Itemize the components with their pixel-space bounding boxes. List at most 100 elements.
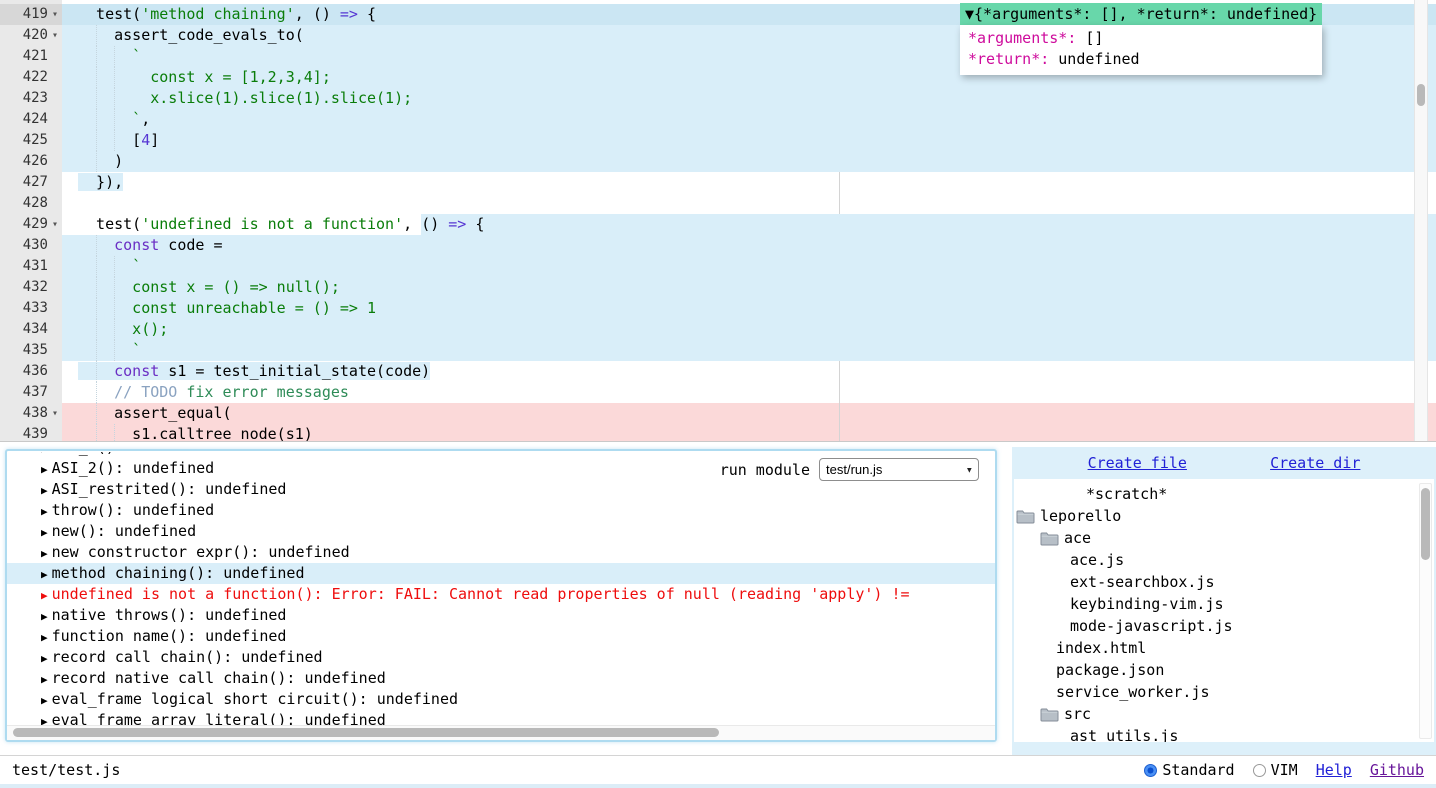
console-entry[interactable]: ▶native throws(): undefined	[7, 605, 995, 626]
code-line-content[interactable]: `,	[62, 109, 1436, 130]
expand-arrow-icon[interactable]: ▶	[41, 526, 48, 539]
radio-checked-icon[interactable]	[1144, 764, 1157, 777]
console-entry[interactable]: ▶ eval_frame array_literal(): undefined	[7, 710, 995, 725]
console-entry[interactable]: ▶throw(): undefined	[7, 500, 995, 521]
create-dir-link[interactable]: Create dir	[1270, 454, 1360, 472]
expand-arrow-icon[interactable]: ▶	[41, 484, 48, 497]
code-token-group: test('undefined is not a function',	[78, 214, 421, 235]
console-entry[interactable]: ▶function name(): undefined	[7, 626, 995, 647]
expand-arrow-icon[interactable]: ▶	[41, 652, 48, 665]
file-tree-item[interactable]: service_worker.js	[1014, 681, 1434, 703]
file-tree-item[interactable]: ace.js	[1014, 549, 1434, 571]
file-tree-item[interactable]: src	[1014, 703, 1434, 725]
code-line-content[interactable]: test('undefined is not a function', () =…	[62, 214, 1436, 235]
file-tree-scrollbar-thumb[interactable]	[1421, 488, 1430, 560]
code-line: 426 )	[0, 151, 1436, 172]
console-entry[interactable]: ▶undefined is not a function(): Error: F…	[7, 584, 995, 605]
code-line-content[interactable]: const s1 = test_initial_state(code)	[62, 361, 1436, 382]
expand-arrow-icon[interactable]: ▶	[41, 505, 48, 518]
line-number: 426	[0, 151, 48, 172]
file-tree-item[interactable]: *scratch*	[1014, 483, 1434, 505]
code-line-content[interactable]: const x = () => null();	[62, 277, 1436, 298]
keybinding-standard-option[interactable]: Standard	[1144, 761, 1234, 779]
code-line-content[interactable]: [4]	[62, 130, 1436, 151]
console-entry[interactable]: ▶method chaining(): undefined	[7, 563, 995, 584]
file-tree-item[interactable]: ext-searchbox.js	[1014, 571, 1434, 593]
editor-scrollbar	[1414, 0, 1428, 441]
code-line-content[interactable]: `	[62, 340, 1436, 361]
expand-arrow-icon[interactable]: ▶	[41, 452, 48, 455]
expand-arrow-icon[interactable]: ▶	[41, 463, 48, 476]
code-line-content[interactable]: s1.calltree_node(s1)	[62, 424, 1436, 442]
code-line-content[interactable]: // TODO fix error messages	[62, 382, 1436, 403]
tooltip-header[interactable]: ▼{*arguments*: [], *return*: undefined}	[960, 3, 1322, 25]
code-line-content[interactable]: const unreachable = () => 1	[62, 298, 1436, 319]
indent-guide	[96, 46, 97, 67]
file-tree-item[interactable]: ast_utils.js	[1014, 725, 1434, 742]
file-tree-item[interactable]: keybinding-vim.js	[1014, 593, 1434, 615]
fold-arrow-icon[interactable]: ▾	[48, 4, 62, 25]
expand-arrow-icon[interactable]: ▶	[41, 547, 48, 560]
code-line-content[interactable]: x();	[62, 319, 1436, 340]
code-line-content[interactable]: `	[62, 256, 1436, 277]
radio-unchecked-icon[interactable]	[1253, 764, 1266, 777]
github-link[interactable]: Github	[1370, 761, 1424, 779]
console-entry[interactable]: ▶ASI_restrited(): undefined	[7, 479, 995, 500]
code-token: const	[114, 362, 159, 380]
code-line-content[interactable]: const code =	[62, 235, 1436, 256]
tooltip-row[interactable]: *arguments*:[]	[968, 28, 1314, 49]
file-tree-item-label: ace.js	[1070, 549, 1124, 571]
line-number: 434	[0, 319, 48, 340]
console-entry[interactable]: ▶record native call chain(): undefined	[7, 668, 995, 689]
file-tree-item[interactable]: index.html	[1014, 637, 1434, 659]
tooltip-row[interactable]: *return*:undefined	[968, 49, 1314, 70]
file-tree-item[interactable]: package.json	[1014, 659, 1434, 681]
fold-arrow-icon[interactable]: ▾	[48, 25, 62, 46]
console-entry[interactable]: ▶record call chain(): undefined	[7, 647, 995, 668]
code-token: [	[78, 131, 141, 149]
file-tree-item[interactable]: leporello	[1014, 505, 1434, 527]
expand-arrow-icon[interactable]: ▶	[41, 610, 48, 623]
indent-guide	[114, 298, 115, 319]
selection-highlight: const s1 = test_initial_state(code)	[78, 362, 430, 380]
code-line-content[interactable]: }),	[62, 172, 1436, 193]
code-line-content[interactable]: )	[62, 151, 1436, 172]
expand-arrow-icon[interactable]: ▶	[41, 673, 48, 686]
code-line-content[interactable]: assert_equal(	[62, 403, 1436, 424]
help-link[interactable]: Help	[1316, 761, 1352, 779]
code-line: 438▾ assert_equal(	[0, 403, 1436, 424]
line-number-cell: 422	[0, 67, 62, 88]
expand-arrow-icon[interactable]: ▶	[41, 568, 48, 581]
expand-arrow-icon[interactable]: ▶	[41, 631, 48, 644]
console-entry[interactable]: ▶eval_frame logical short circuit(): und…	[7, 689, 995, 710]
code-line: 430 const code =	[0, 235, 1436, 256]
code-token: ]	[150, 131, 159, 149]
expand-arrow-icon[interactable]: ▶	[41, 589, 48, 602]
create-file-link[interactable]: Create file	[1088, 454, 1187, 472]
code-line-content[interactable]	[62, 193, 1436, 214]
console-entry[interactable]: ▶new constructor expr(): undefined	[7, 542, 995, 563]
expand-arrow-icon[interactable]: ▶	[41, 715, 48, 725]
tooltip-key: *return*:	[968, 50, 1049, 68]
console-entry[interactable]: ▶new(): undefined	[7, 521, 995, 542]
console-entries: ▶ASI_1(): undefined▶ASI_2(): undefined▶A…	[7, 452, 995, 725]
console-entry-text: ASI_1(): undefined	[52, 452, 215, 456]
file-tree-item[interactable]: ace	[1014, 527, 1434, 549]
editor-scrollbar-thumb[interactable]	[1417, 84, 1425, 106]
indent-guide	[114, 88, 115, 109]
app-root: { "colors": { "selection_blue": "#d9eef9…	[0, 0, 1436, 788]
run-module-select[interactable]: test/run.js	[819, 458, 979, 481]
file-tree-item[interactable]: mode-javascript.js	[1014, 615, 1434, 637]
fold-arrow-icon[interactable]: ▾	[48, 214, 62, 235]
code-token: const	[114, 236, 159, 254]
fold-arrow-icon[interactable]: ▾	[48, 403, 62, 424]
code-token: fix error messages	[177, 383, 349, 401]
console-hscrollbar-thumb[interactable]	[13, 728, 719, 737]
keybinding-vim-option[interactable]: VIM	[1253, 761, 1298, 779]
folder-icon	[1016, 509, 1035, 524]
code-line-content[interactable]: x.slice(1).slice(1).slice(1);	[62, 88, 1436, 109]
console-entry-text: eval_frame array_literal(): undefined	[52, 711, 386, 725]
expand-arrow-icon[interactable]: ▶	[41, 694, 48, 707]
line-number-cell: 432	[0, 277, 62, 298]
indent-guide	[96, 256, 97, 277]
